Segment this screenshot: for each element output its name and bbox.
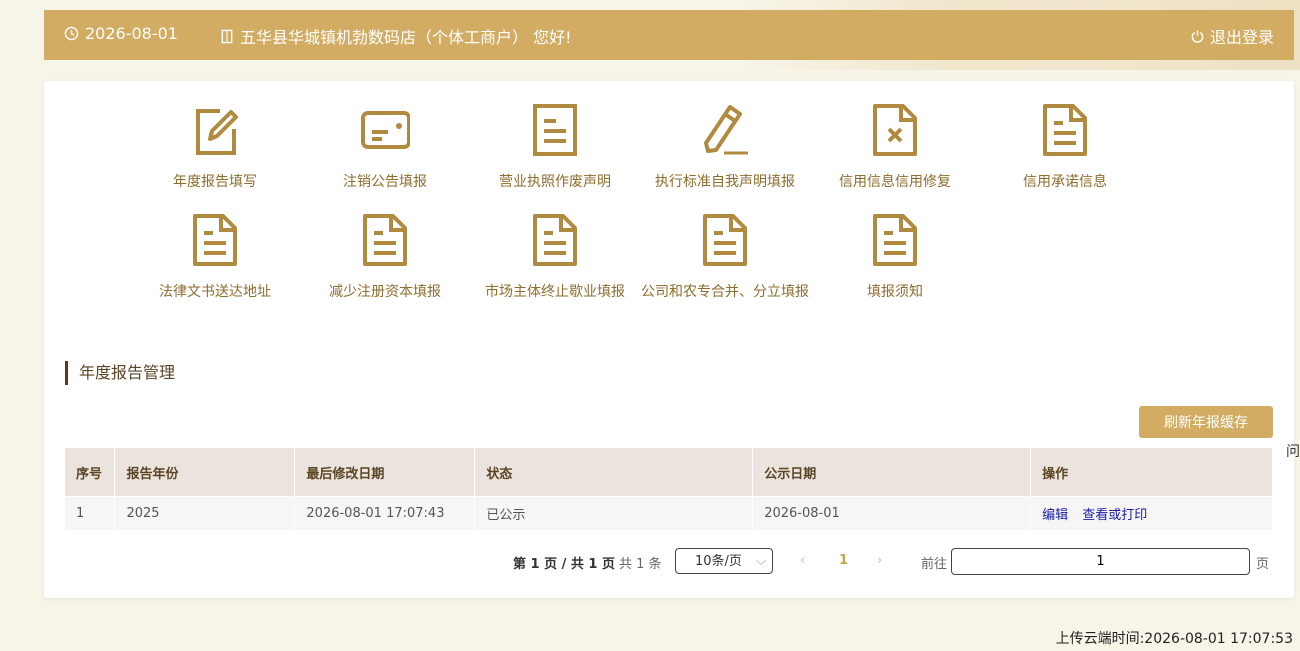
power-icon	[1190, 29, 1205, 44]
header-public-date: 公示日期	[752, 448, 1032, 497]
table-header-row: 序号 报告年份 最后修改日期 状态 公示日期 操作	[65, 448, 1273, 497]
menu-credit-repair[interactable]: 信用信息信用修复	[810, 101, 980, 201]
header-status: 状态	[474, 448, 754, 497]
file-text-icon	[360, 211, 410, 269]
file-text-icon	[700, 211, 750, 269]
menu-label: 减少注册资本填报	[329, 284, 441, 300]
prev-page-button[interactable]: ‹	[800, 553, 805, 568]
chevron-down-icon: ⌵	[756, 554, 766, 569]
refresh-cache-button[interactable]: 刷新年报缓存	[1139, 406, 1273, 438]
page-size-select[interactable]: 10条/页 ⌵	[675, 548, 773, 574]
menu-merger-split[interactable]: 公司和农专合并、分立填报	[640, 211, 810, 311]
next-page-button[interactable]: ›	[877, 553, 882, 568]
file-text-icon	[530, 211, 580, 269]
menu-license-void[interactable]: 营业执照作废声明	[470, 101, 640, 201]
menu-business-termination[interactable]: 市场主体终止歇业填报	[470, 211, 640, 311]
page-unit-label: 页	[1256, 557, 1270, 572]
edit-link[interactable]: 编辑	[1042, 508, 1068, 523]
help-float-text[interactable]: 问	[1286, 441, 1300, 461]
menu-label: 公司和农专合并、分立填报	[641, 284, 809, 300]
pen-icon	[700, 101, 750, 159]
menu-capital-reduction[interactable]: 减少注册资本填报	[300, 211, 470, 311]
report-table: 序号 报告年份 最后修改日期 状态 公示日期 操作 1 2025 2026-08…	[65, 448, 1273, 530]
menu-label: 信用信息信用修复	[839, 174, 951, 190]
page-number-current[interactable]: 1	[839, 553, 848, 568]
table-row: 1 2025 2026-08-01 17:07:43 已公示 2026-08-0…	[65, 496, 1273, 530]
cell-modified: 2026-08-01 17:07:43	[294, 496, 476, 530]
main-card: 年度报告填写 注销公告填报 营业执照作废声明 执行标准自我声明填报 信用信息信用	[44, 81, 1294, 598]
menu-standard-declaration[interactable]: 执行标准自我声明填报	[640, 101, 810, 201]
top-bar: 2026-08-01 五华县华城镇机勃数码店（个体工商户） 您好! 退出登录	[44, 10, 1294, 60]
section-title: 年度报告管理	[65, 361, 175, 385]
goto-page-input[interactable]	[951, 548, 1250, 575]
document-icon	[530, 101, 580, 159]
logout-button[interactable]: 退出登录	[1190, 24, 1274, 48]
edit-icon	[190, 101, 240, 159]
clock-icon	[64, 26, 79, 41]
cell-status: 已公示	[474, 496, 754, 530]
cell-public-date: 2026-08-01	[752, 496, 1032, 530]
menu-filing-notice[interactable]: 填报须知	[810, 211, 980, 311]
view-print-link[interactable]: 查看或打印	[1082, 508, 1147, 523]
menu-label: 执行标准自我声明填报	[655, 174, 795, 190]
file-text-icon	[190, 211, 240, 269]
menu-label: 法律文书送达地址	[159, 284, 271, 300]
document-x-icon	[870, 101, 920, 159]
page-info: 第 1 页 / 共 1 页	[513, 557, 615, 572]
goto-label: 前往	[921, 557, 948, 572]
menu-annual-report[interactable]: 年度报告填写	[130, 101, 300, 201]
menu-credit-commitment[interactable]: 信用承诺信息	[980, 101, 1150, 201]
building-icon	[220, 29, 234, 44]
greeting-text: 五华县华城镇机勃数码店（个体工商户） 您好!	[240, 28, 572, 47]
company-greeting: 五华县华城镇机勃数码店（个体工商户） 您好!	[220, 24, 572, 48]
header-year: 报告年份	[114, 448, 296, 497]
menu-label: 填报须知	[867, 284, 923, 300]
cell-year: 2025	[114, 496, 296, 530]
date-text: 2026-08-01	[85, 24, 178, 43]
upload-time: 上传云端时间:2026-08-01 17:07:53	[1055, 631, 1293, 647]
file-text-icon	[870, 211, 920, 269]
menu-label: 信用承诺信息	[1023, 174, 1107, 190]
total-count: 共 1 条	[619, 557, 662, 572]
menu-legal-address[interactable]: 法律文书送达地址	[130, 211, 300, 311]
header-modified: 最后修改日期	[294, 448, 476, 497]
cell-no: 1	[65, 496, 116, 530]
date-display: 2026-08-01	[64, 24, 178, 43]
menu-cancellation-notice[interactable]: 注销公告填报	[300, 101, 470, 201]
logout-label: 退出登录	[1209, 28, 1274, 47]
page-size-value: 10条/页	[695, 554, 742, 569]
menu-label: 年度报告填写	[173, 174, 257, 190]
cell-actions: 编辑 查看或打印	[1030, 496, 1273, 530]
header-no: 序号	[65, 448, 116, 497]
menu-label: 营业执照作废声明	[499, 174, 611, 190]
id-card-icon	[360, 101, 411, 159]
file-text-icon	[1040, 101, 1090, 159]
header-actions: 操作	[1030, 448, 1273, 497]
menu-label: 注销公告填报	[343, 174, 427, 190]
pagination: 第 1 页 / 共 1 页 共 1 条 10条/页 ⌵ ‹ 1 › 前往 页	[44, 547, 1294, 577]
menu-label: 市场主体终止歇业填报	[485, 284, 625, 300]
